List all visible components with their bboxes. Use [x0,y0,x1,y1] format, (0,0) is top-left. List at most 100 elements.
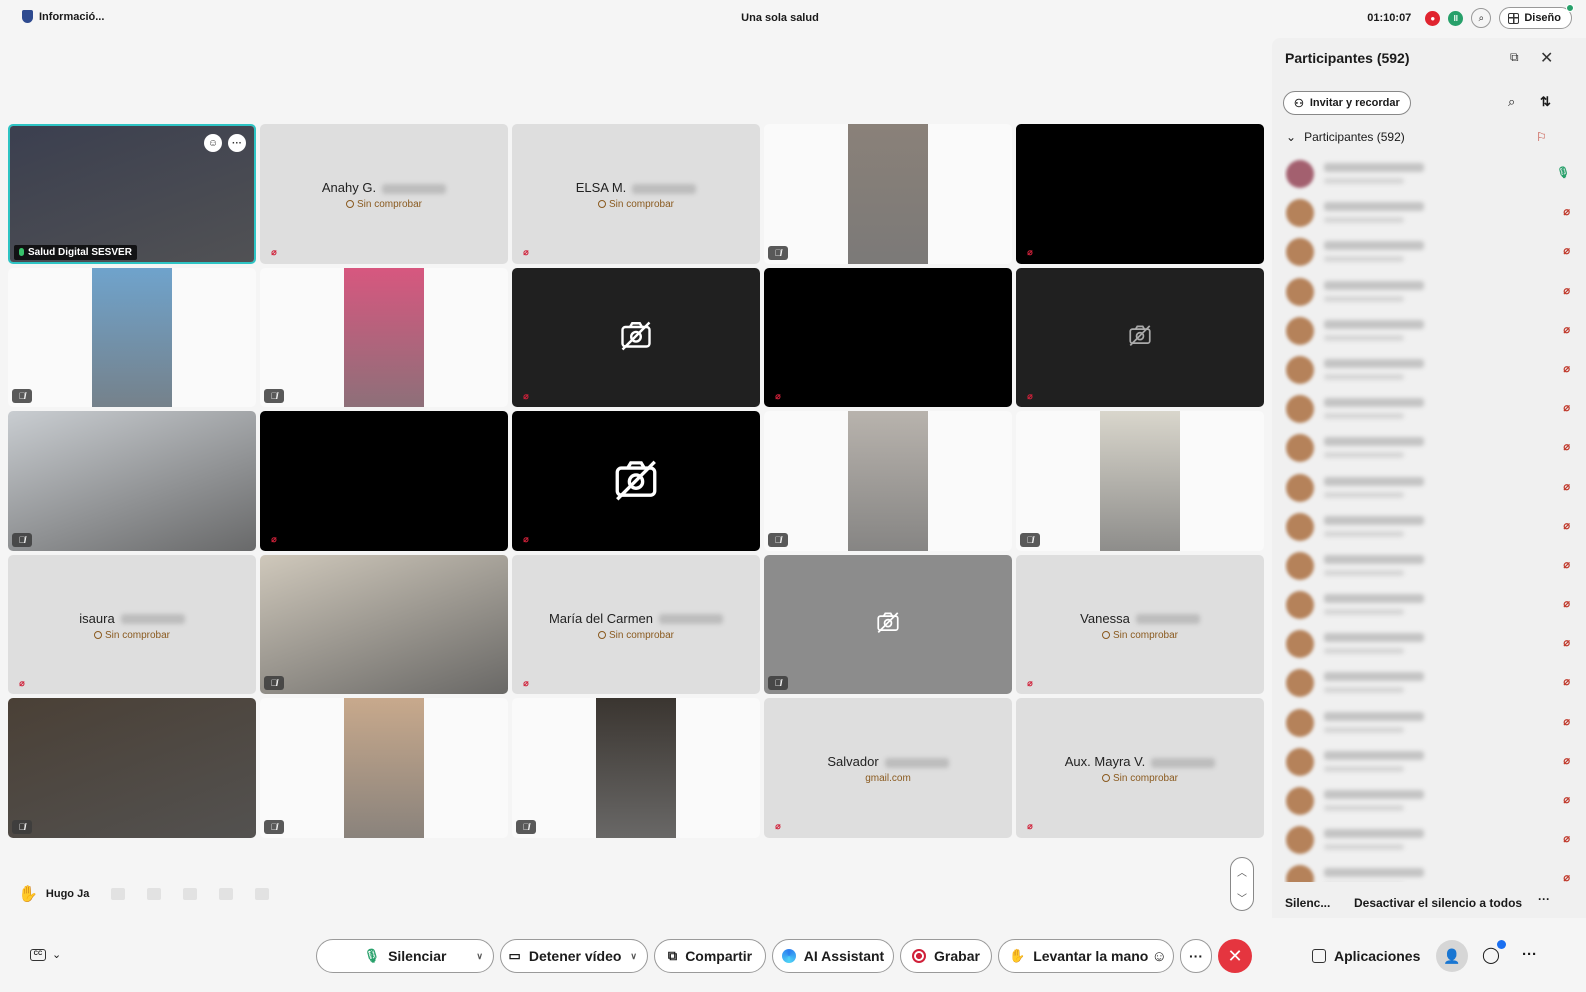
pop-out-icon[interactable]: ⧉ [1510,50,1519,65]
raise-hand-button[interactable]: ✋ Levantar la mano ☺ [998,939,1174,973]
video-tile[interactable]: Anahy G. Sin comprobar ⌀ [260,124,508,264]
participant-row[interactable]: ⌀ [1284,428,1574,467]
close-icon[interactable]: ✕ [1540,48,1553,68]
video-tile[interactable]: 🎙̸ [8,411,256,551]
video-tile[interactable]: 🎙̸ [512,698,760,838]
video-tile[interactable]: 🎙̸ [8,267,256,407]
video-tile[interactable]: 🎙̸ [764,124,1012,264]
video-tile[interactable]: ⌀ [764,267,1012,407]
muted-mic-icon[interactable]: ⌀ [1563,597,1570,610]
muted-mic-icon[interactable]: ⌀ [1563,205,1570,218]
apps-button[interactable]: Aplicaciones [1312,948,1420,964]
muted-mic-icon[interactable]: ⌀ [1563,754,1570,767]
video-tile[interactable]: Salud Digital SESVER ☺ ··· [8,124,256,264]
zoom-icon[interactable]: ⌕ [1471,8,1492,28]
muted-mic-icon[interactable]: ⌀ [1563,636,1570,649]
participant-row[interactable]: ⌀ [1284,232,1574,271]
participant-row[interactable]: ⌀ [1284,350,1574,389]
participant-row[interactable]: ⌀ [1284,663,1574,702]
unmute-all-button[interactable]: Desactivar el silencio a todos [1354,896,1522,910]
muted-mic-icon[interactable]: ⌀ [1563,715,1570,728]
video-tile[interactable]: 🎙̸ [260,554,508,694]
record-button[interactable]: Grabar [900,939,992,973]
video-tile[interactable]: 🎙̸ [764,554,1012,694]
muted-mic-icon[interactable]: ⌀ [1563,480,1570,493]
participant-row[interactable]: ⌀ [1284,624,1574,663]
muted-mic-icon[interactable]: ⌀ [1563,440,1570,453]
participant-row[interactable]: ⌀ [1284,389,1574,428]
video-tile[interactable]: ⌀ [260,411,508,551]
chevron-down-icon[interactable]: ﹀ [1237,890,1247,905]
participants-toggle-button[interactable]: 👤 [1436,940,1468,972]
participants-group-header[interactable]: ⌄ Participantes (592) [1286,130,1405,144]
video-tile[interactable]: María del Carmen Sin comprobar ⌀ [512,554,760,694]
muted-mic-icon[interactable]: ⌀ [1563,401,1570,414]
video-feed [1100,411,1180,551]
host-controls-icon[interactable]: ⚐ [1536,130,1547,144]
microphone-icon[interactable]: 🎙 [1556,166,1570,179]
chevron-down-icon[interactable]: ∨ [476,951,483,962]
muted-mic-icon[interactable]: ⌀ [1563,871,1570,882]
participant-row[interactable]: ⌀ [1284,546,1574,585]
muted-mic-icon[interactable]: ⌀ [1563,244,1570,257]
video-tile[interactable]: Aux. Mayra V. Sin comprobar ⌀ [1016,698,1264,838]
participant-row[interactable]: ⌀ [1284,272,1574,311]
panel-more-button[interactable]: ··· [1538,892,1550,906]
muted-mic-icon[interactable]: ⌀ [1563,832,1570,845]
chevron-up-icon[interactable]: ︿ [1237,864,1247,879]
invite-button[interactable]: ⚇ Invitar y recordar [1283,91,1411,115]
video-tile[interactable]: 🎙̸ [8,698,256,838]
muted-mic-icon[interactable]: ⌀ [1563,362,1570,375]
grid-page-scroller[interactable]: ︿ ﹀ [1230,857,1254,911]
chat-button[interactable]: ◯ [1480,940,1506,966]
connection-indicator-icon[interactable]: ll [1448,10,1464,26]
video-tile[interactable]: ELSA M. Sin comprobar ⌀ [512,124,760,264]
muted-mic-icon[interactable]: ⌀ [1563,519,1570,532]
participant-row[interactable]: ⌀ [1284,585,1574,624]
video-tile[interactable]: isaura Sin comprobar ⌀ [8,554,256,694]
participant-row[interactable]: ⌀ [1284,468,1574,507]
recording-indicator-icon[interactable]: ● [1425,10,1441,26]
video-tile[interactable]: 🎙̸ [260,698,508,838]
meeting-info-button[interactable]: Informació... [22,10,104,23]
reaction-icon[interactable]: ☺ [204,134,222,152]
participant-row[interactable]: ⌀ [1284,703,1574,742]
video-tile[interactable]: Salvador gmail.com ⌀ [764,698,1012,838]
participant-row[interactable]: ⌀ [1284,193,1574,232]
muted-mic-icon[interactable]: ⌀ [1563,675,1570,688]
more-icon[interactable]: ··· [228,134,246,152]
stop-video-button[interactable]: ▭ Detener vídeo ∨ [500,939,648,973]
participant-row[interactable]: 🎙 [1284,154,1574,193]
video-tile[interactable]: 🎙̸ [764,411,1012,551]
video-tile[interactable]: ⌀ [1016,267,1264,407]
participant-row[interactable]: ⌀ [1284,507,1574,546]
emoji-reaction-icon[interactable]: ☺ [1152,948,1167,965]
video-tile[interactable]: Vanessa Sin comprobar ⌀ [1016,554,1264,694]
muted-mic-icon[interactable]: ⌀ [1563,284,1570,297]
video-tile[interactable]: ⌀ [512,411,760,551]
participant-row[interactable]: ⌀ [1284,311,1574,350]
video-tile[interactable]: 🎙̸ [260,267,508,407]
participant-row[interactable]: ⌀ [1284,742,1574,781]
participant-row[interactable]: ⌀ [1284,859,1574,882]
participant-row[interactable]: ⌀ [1284,820,1574,859]
more-panels-button[interactable]: ··· [1522,946,1537,963]
muted-mic-icon[interactable]: ⌀ [1563,323,1570,336]
ai-assistant-button[interactable]: AI Assistant [772,939,894,973]
search-icon[interactable]: ⌕ [1508,94,1515,110]
muted-mic-icon[interactable]: ⌀ [1563,558,1570,571]
sort-icon[interactable]: ⇅ [1540,94,1551,110]
muted-mic-icon[interactable]: ⌀ [1563,793,1570,806]
chevron-down-icon[interactable]: ∨ [630,951,637,962]
captions-button[interactable]: CC ⌄ [30,948,61,961]
video-tile[interactable]: 🎙̸ [1016,411,1264,551]
more-options-button[interactable]: ··· [1180,939,1212,973]
mute-button[interactable]: 🎙 Silenciar ∨ [316,939,494,973]
layout-button[interactable]: Diseño [1499,4,1574,29]
participant-row[interactable]: ⌀ [1284,781,1574,820]
leave-meeting-button[interactable]: ✕ [1218,939,1252,973]
share-button[interactable]: ⧉ Compartir [654,939,766,973]
mute-all-button[interactable]: Silenc... [1285,896,1330,910]
video-tile[interactable]: ⌀ [512,267,760,407]
video-tile[interactable]: ⌀ [1016,124,1264,264]
